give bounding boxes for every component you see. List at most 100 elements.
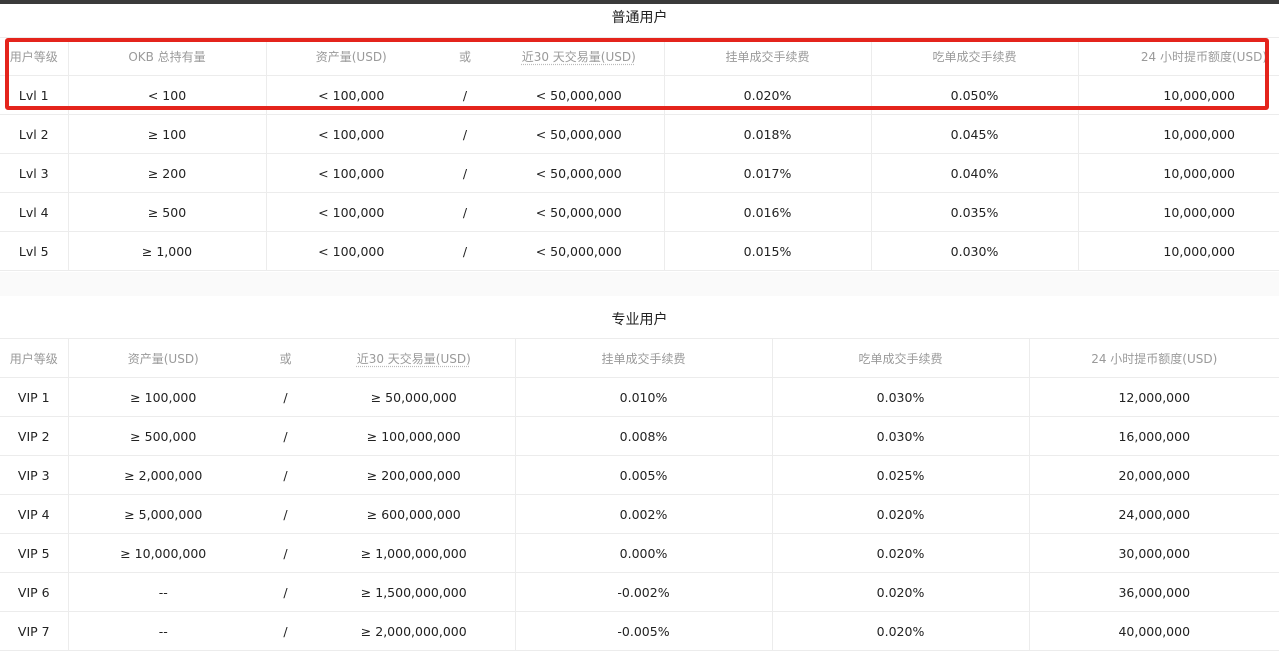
cell-maker: 0.002%: [514, 494, 772, 534]
cell-volume: ≥ 100,000,000: [313, 416, 515, 456]
cell-withdraw: 40,000,000: [1028, 611, 1279, 651]
cell-taker: 0.035%: [870, 192, 1078, 232]
table-row: VIP 1 ≥ 100,000 / ≥ 50,000,000 0.010% 0.…: [0, 377, 1279, 417]
header-maker-fee: 挂单成交手续费: [663, 37, 871, 76]
cell-okb: ≥ 200: [67, 153, 266, 193]
cell-withdraw: 30,000,000: [1028, 533, 1279, 573]
cell-or: /: [258, 455, 313, 495]
cell-maker: 0.008%: [514, 416, 772, 456]
cell-taker: 0.025%: [771, 455, 1029, 495]
section-divider: [0, 272, 1279, 296]
cell-level: Lvl 3: [0, 153, 68, 193]
pro-header-row: 用户等级 资产量(USD) 或 近30 天交易量(USD) 挂单成交手续费 吃单…: [0, 338, 1279, 378]
cell-level: Lvl 2: [0, 114, 68, 154]
cell-taker: 0.020%: [771, 494, 1029, 534]
cell-or: /: [258, 611, 313, 651]
header-30d-volume[interactable]: 近30 天交易量(USD): [522, 50, 636, 64]
cell-volume: < 50,000,000: [494, 153, 664, 193]
pro-fee-table: 用户等级 资产量(USD) 或 近30 天交易量(USD) 挂单成交手续费 吃单…: [0, 338, 1279, 651]
cell-maker: 0.016%: [663, 192, 871, 232]
cell-level: VIP 3: [0, 455, 68, 495]
cell-okb: < 100: [67, 75, 266, 115]
cell-volume: < 50,000,000: [494, 231, 664, 271]
regular-header-row: 用户等级 OKB 总持有量 资产量(USD) 或 近30 天交易量(USD) 挂…: [0, 37, 1279, 76]
cell-taker: 0.030%: [771, 416, 1029, 456]
table-row: VIP 6 -- / ≥ 1,500,000,000 -0.002% 0.020…: [0, 572, 1279, 612]
cell-maker: 0.017%: [663, 153, 871, 193]
cell-volume: ≥ 200,000,000: [313, 455, 515, 495]
cell-level: Lvl 5: [0, 231, 68, 271]
cell-or: /: [436, 153, 494, 193]
cell-taker: 0.040%: [870, 153, 1078, 193]
cell-assets: --: [67, 611, 258, 651]
header-taker-fee: 吃单成交手续费: [771, 338, 1029, 378]
window-top-bar: [0, 0, 1279, 4]
table-row: VIP 2 ≥ 500,000 / ≥ 100,000,000 0.008% 0…: [0, 416, 1279, 456]
cell-volume: ≥ 600,000,000: [313, 494, 515, 534]
cell-assets: < 100,000: [265, 231, 436, 271]
cell-maker: 0.020%: [663, 75, 871, 115]
cell-taker: 0.020%: [771, 611, 1029, 651]
cell-taker: 0.030%: [870, 231, 1078, 271]
cell-assets: < 100,000: [265, 192, 436, 232]
header-30d-volume[interactable]: 近30 天交易量(USD): [357, 352, 471, 366]
table-row: VIP 7 -- / ≥ 2,000,000,000 -0.005% 0.020…: [0, 611, 1279, 651]
table-row: Lvl 1 < 100 < 100,000 / < 50,000,000 0.0…: [0, 75, 1279, 115]
cell-level: VIP 2: [0, 416, 68, 456]
cell-or: /: [436, 231, 494, 271]
cell-or: /: [258, 416, 313, 456]
header-level: 用户等级: [0, 37, 68, 76]
cell-level: VIP 6: [0, 572, 68, 612]
header-withdraw-limit: 24 小时提币额度(USD): [1077, 37, 1279, 76]
cell-maker: 0.000%: [514, 533, 772, 573]
cell-assets: < 100,000: [265, 75, 436, 115]
cell-or: /: [436, 114, 494, 154]
cell-level: VIP 4: [0, 494, 68, 534]
header-or: 或: [258, 338, 313, 378]
header-okb-holding: OKB 总持有量: [67, 37, 266, 76]
header-assets: 资产量(USD): [67, 338, 258, 378]
cell-volume: < 50,000,000: [494, 114, 664, 154]
cell-or: /: [258, 533, 313, 573]
table-row: VIP 4 ≥ 5,000,000 / ≥ 600,000,000 0.002%…: [0, 494, 1279, 534]
cell-or: /: [436, 75, 494, 115]
cell-or: /: [436, 192, 494, 232]
cell-level: VIP 7: [0, 611, 68, 651]
table-row: Lvl 2 ≥ 100 < 100,000 / < 50,000,000 0.0…: [0, 114, 1279, 154]
table-row: VIP 3 ≥ 2,000,000 / ≥ 200,000,000 0.005%…: [0, 455, 1279, 495]
cell-withdraw: 10,000,000: [1077, 114, 1279, 154]
cell-level: Lvl 4: [0, 192, 68, 232]
regular-users-title: 普通用户: [611, 10, 668, 26]
cell-assets: ≥ 10,000,000: [67, 533, 258, 573]
table-row: Lvl 3 ≥ 200 < 100,000 / < 50,000,000 0.0…: [0, 153, 1279, 193]
cell-withdraw: 24,000,000: [1028, 494, 1279, 534]
cell-taker: 0.050%: [870, 75, 1078, 115]
cell-volume: ≥ 1,500,000,000: [313, 572, 515, 612]
cell-level: Lvl 1: [0, 75, 68, 115]
cell-or: /: [258, 572, 313, 612]
cell-level: VIP 1: [0, 377, 68, 417]
cell-withdraw: 10,000,000: [1077, 153, 1279, 193]
cell-withdraw: 36,000,000: [1028, 572, 1279, 612]
cell-withdraw: 12,000,000: [1028, 377, 1279, 417]
header-withdraw-limit: 24 小时提币额度(USD): [1028, 338, 1279, 378]
cell-or: /: [258, 494, 313, 534]
cell-okb: ≥ 1,000: [67, 231, 266, 271]
cell-level: VIP 5: [0, 533, 68, 573]
header-or: 或: [436, 37, 494, 76]
cell-taker: 0.020%: [771, 572, 1029, 612]
cell-okb: ≥ 100: [67, 114, 266, 154]
table-row: Lvl 5 ≥ 1,000 < 100,000 / < 50,000,000 0…: [0, 231, 1279, 271]
cell-maker: 0.005%: [514, 455, 772, 495]
cell-maker: -0.005%: [514, 611, 772, 651]
table-row: Lvl 4 ≥ 500 < 100,000 / < 50,000,000 0.0…: [0, 192, 1279, 232]
cell-withdraw: 10,000,000: [1077, 75, 1279, 115]
pro-users-title: 专业用户: [611, 312, 668, 328]
cell-taker: 0.045%: [870, 114, 1078, 154]
cell-maker: 0.015%: [663, 231, 871, 271]
cell-maker: 0.010%: [514, 377, 772, 417]
cell-maker: -0.002%: [514, 572, 772, 612]
header-taker-fee: 吃单成交手续费: [870, 37, 1078, 76]
table-row: VIP 5 ≥ 10,000,000 / ≥ 1,000,000,000 0.0…: [0, 533, 1279, 573]
header-assets: 资产量(USD): [265, 37, 436, 76]
